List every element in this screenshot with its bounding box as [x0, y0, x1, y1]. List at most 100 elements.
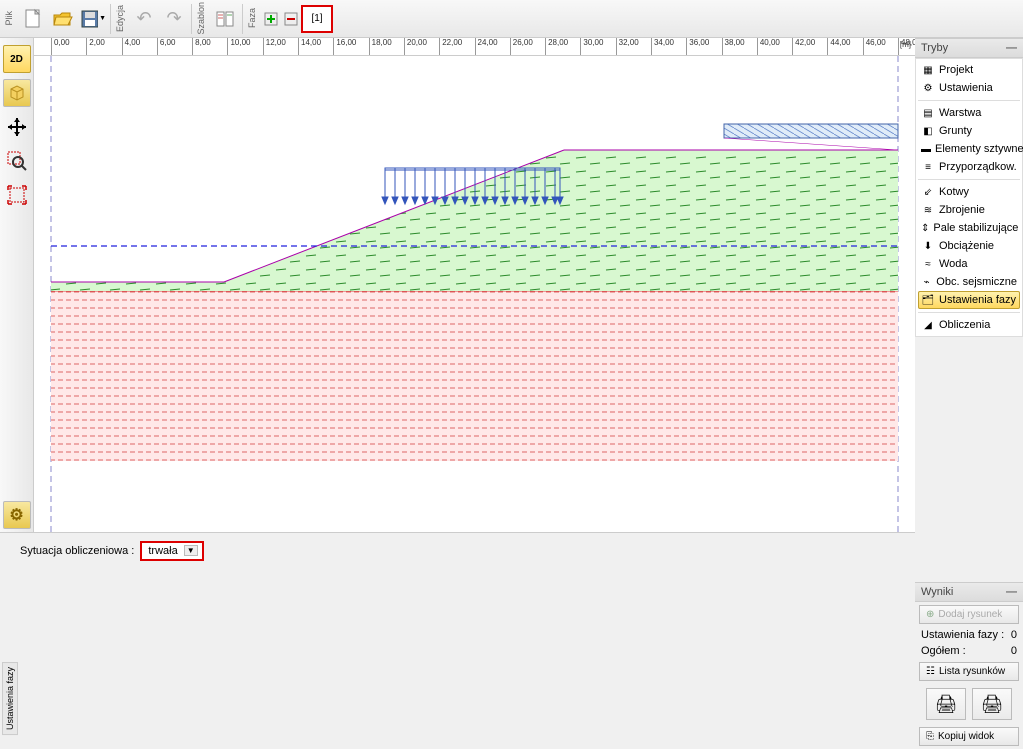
modes-header: Tryby — — [915, 38, 1023, 58]
ruler-tick: 14,00 — [298, 38, 321, 55]
mode-icon: ▬ — [921, 142, 931, 156]
mode-item-pale-stabilizuj-ce[interactable]: ⇕ Pale stabilizujące — [918, 219, 1020, 237]
open-file-button[interactable] — [49, 3, 77, 35]
horizontal-ruler: 0,00 2,00 4,00 6,00 8,00 10,00 12,00 14,00 16,00… — [34, 38, 915, 56]
mode-label: Zbrojenie — [939, 204, 985, 216]
mode-label: Ustawienia fazy — [939, 294, 1016, 306]
canvas-area[interactable] — [34, 56, 915, 532]
settings-gear-button[interactable]: ⚙ — [3, 501, 31, 529]
mode-label: Elementy sztywne — [935, 143, 1023, 155]
total-count: Ogółem :0 — [915, 643, 1023, 659]
mode-icon: ⇙ — [921, 185, 935, 199]
mode-icon: 🗂 — [921, 293, 935, 307]
mode-icon: ⬇ — [921, 239, 935, 253]
mode-item-obliczenia[interactable]: ◢Obliczenia — [918, 316, 1020, 334]
mode-item-grunty[interactable]: ◧ Grunty — [918, 122, 1020, 140]
zoom-extents-button[interactable] — [3, 181, 31, 209]
ruler-tick: 10,00 — [227, 38, 250, 55]
ruler-tick: 24,00 — [475, 38, 498, 55]
design-situation-label: Sytuacja obliczeniowa : — [20, 545, 134, 557]
ruler-tick: 26,00 — [510, 38, 533, 55]
mode-icon: ≡ — [921, 160, 935, 174]
mode-item-warstwa[interactable]: ▤ Warstwa — [918, 104, 1020, 122]
mode-item-przyporz-dkow-[interactable]: ≡ Przyporządkow. — [918, 158, 1020, 176]
mode-icon: ▤ — [921, 106, 935, 120]
mode-label: Kotwy — [939, 186, 969, 198]
ruler-tick: 32,00 — [616, 38, 639, 55]
undo-button[interactable]: ↶ — [130, 3, 158, 35]
ruler-tick: 42,00 — [792, 38, 815, 55]
ruler-tick: 36,00 — [686, 38, 709, 55]
redo-button[interactable]: ↷ — [160, 3, 188, 35]
mode-item-ustawienia[interactable]: ⚙ Ustawienia — [918, 79, 1020, 97]
zoom-window-button[interactable] — [3, 147, 31, 175]
view-3d-button[interactable] — [3, 79, 31, 107]
mode-label: Pale stabilizujące — [933, 222, 1018, 234]
left-toolbar: 2D ⚙ — [0, 38, 34, 532]
slope-diagram — [34, 56, 915, 532]
mode-label: Warstwa — [939, 107, 981, 119]
mode-label: Obliczenia — [939, 319, 990, 331]
tree-separator — [918, 100, 1020, 101]
mode-label: Przyporządkow. — [939, 161, 1017, 173]
printer-icon: 🖨 — [935, 694, 958, 715]
ruler-tick: 4,00 — [122, 38, 141, 55]
ruler-tick: 34,00 — [651, 38, 674, 55]
minimize-icon[interactable]: — — [1006, 586, 1017, 598]
ruler-tick: 8,00 — [192, 38, 211, 55]
minimize-icon[interactable]: — — [1006, 42, 1017, 54]
ruler-tick: 12,00 — [263, 38, 286, 55]
mode-icon: ⚙ — [921, 81, 935, 95]
ruler-tick: 20,00 — [404, 38, 427, 55]
mode-item-elementy-sztywne[interactable]: ▬ Elementy sztywne — [918, 140, 1020, 158]
drawing-list-button[interactable]: ☷ Lista rysunków — [919, 662, 1019, 681]
gear-icon: ⚙ — [9, 505, 23, 525]
ruler-tick: 28,00 — [545, 38, 568, 55]
mode-label: Obciążenie — [939, 240, 994, 252]
mode-icon: ◧ — [921, 124, 935, 138]
ruler-tick: 38,00 — [722, 38, 745, 55]
ruler-tick: 22,00 — [439, 38, 462, 55]
edit-group-label: Edycja — [113, 5, 127, 32]
ruler-tick: 6,00 — [157, 38, 176, 55]
mode-item-kotwy[interactable]: ⇙ Kotwy — [918, 183, 1020, 201]
add-drawing-button[interactable]: ⊕ Dodaj rysunek — [919, 605, 1019, 624]
design-situation-combo[interactable]: trwała — [140, 541, 203, 561]
ruler-tick: 2,00 — [86, 38, 105, 55]
mode-label: Grunty — [939, 125, 972, 137]
bottom-tab-label[interactable]: Ustawienia fazy — [2, 662, 18, 735]
mode-item-woda[interactable]: ≈ Woda — [918, 255, 1020, 273]
mode-icon: ▦ — [921, 63, 935, 77]
mode-label: Woda — [939, 258, 968, 270]
ruler-tick: 16,00 — [333, 38, 356, 55]
list-icon: ☷ — [926, 666, 935, 677]
mode-item-ustawienia-fazy[interactable]: 🗂 Ustawienia fazy — [918, 291, 1020, 309]
pan-button[interactable] — [3, 113, 31, 141]
print-alt-button[interactable]: 🖨 — [972, 688, 1012, 720]
add-phase-button[interactable] — [262, 11, 280, 27]
ruler-tick: 0,00 — [51, 38, 70, 55]
view-2d-button[interactable]: 2D — [3, 45, 31, 73]
mode-item-obc-sejsmiczne[interactable]: ⌁Obc. sejsmiczne — [918, 273, 1020, 291]
mode-icon: ≈ — [921, 257, 935, 271]
phase-1-button[interactable]: [1] — [301, 5, 333, 33]
mode-item-projekt[interactable]: ▦Projekt — [918, 61, 1020, 79]
mode-icon: ⇕ — [921, 221, 929, 235]
plus-icon: ⊕ — [926, 609, 934, 620]
remove-phase-button[interactable] — [282, 11, 300, 27]
bottom-panel: Sytuacja obliczeniowa : trwała Ustawieni… — [0, 532, 915, 739]
copy-icon: ⎘ — [926, 731, 934, 742]
results-panel: Wyniki — ⊕ Dodaj rysunek Ustawienia fazy… — [915, 582, 1023, 749]
template-button[interactable] — [211, 3, 239, 35]
mode-label: Ustawienia — [939, 82, 993, 94]
save-button[interactable]: ▼ — [79, 3, 107, 35]
ruler-tick: 46,00 — [863, 38, 886, 55]
mode-item-obci-enie[interactable]: ⬇ Obciążenie — [918, 237, 1020, 255]
new-file-button[interactable] — [19, 3, 47, 35]
results-header: Wyniki — — [915, 582, 1023, 602]
printer-icon: 🖨 — [981, 694, 1004, 715]
copy-view-button[interactable]: ⎘ Kopiuj widok — [919, 727, 1019, 746]
ruler-tick: 44,00 — [827, 38, 850, 55]
print-button[interactable]: 🖨 — [926, 688, 966, 720]
mode-item-zbrojenie[interactable]: ≋Zbrojenie — [918, 201, 1020, 219]
